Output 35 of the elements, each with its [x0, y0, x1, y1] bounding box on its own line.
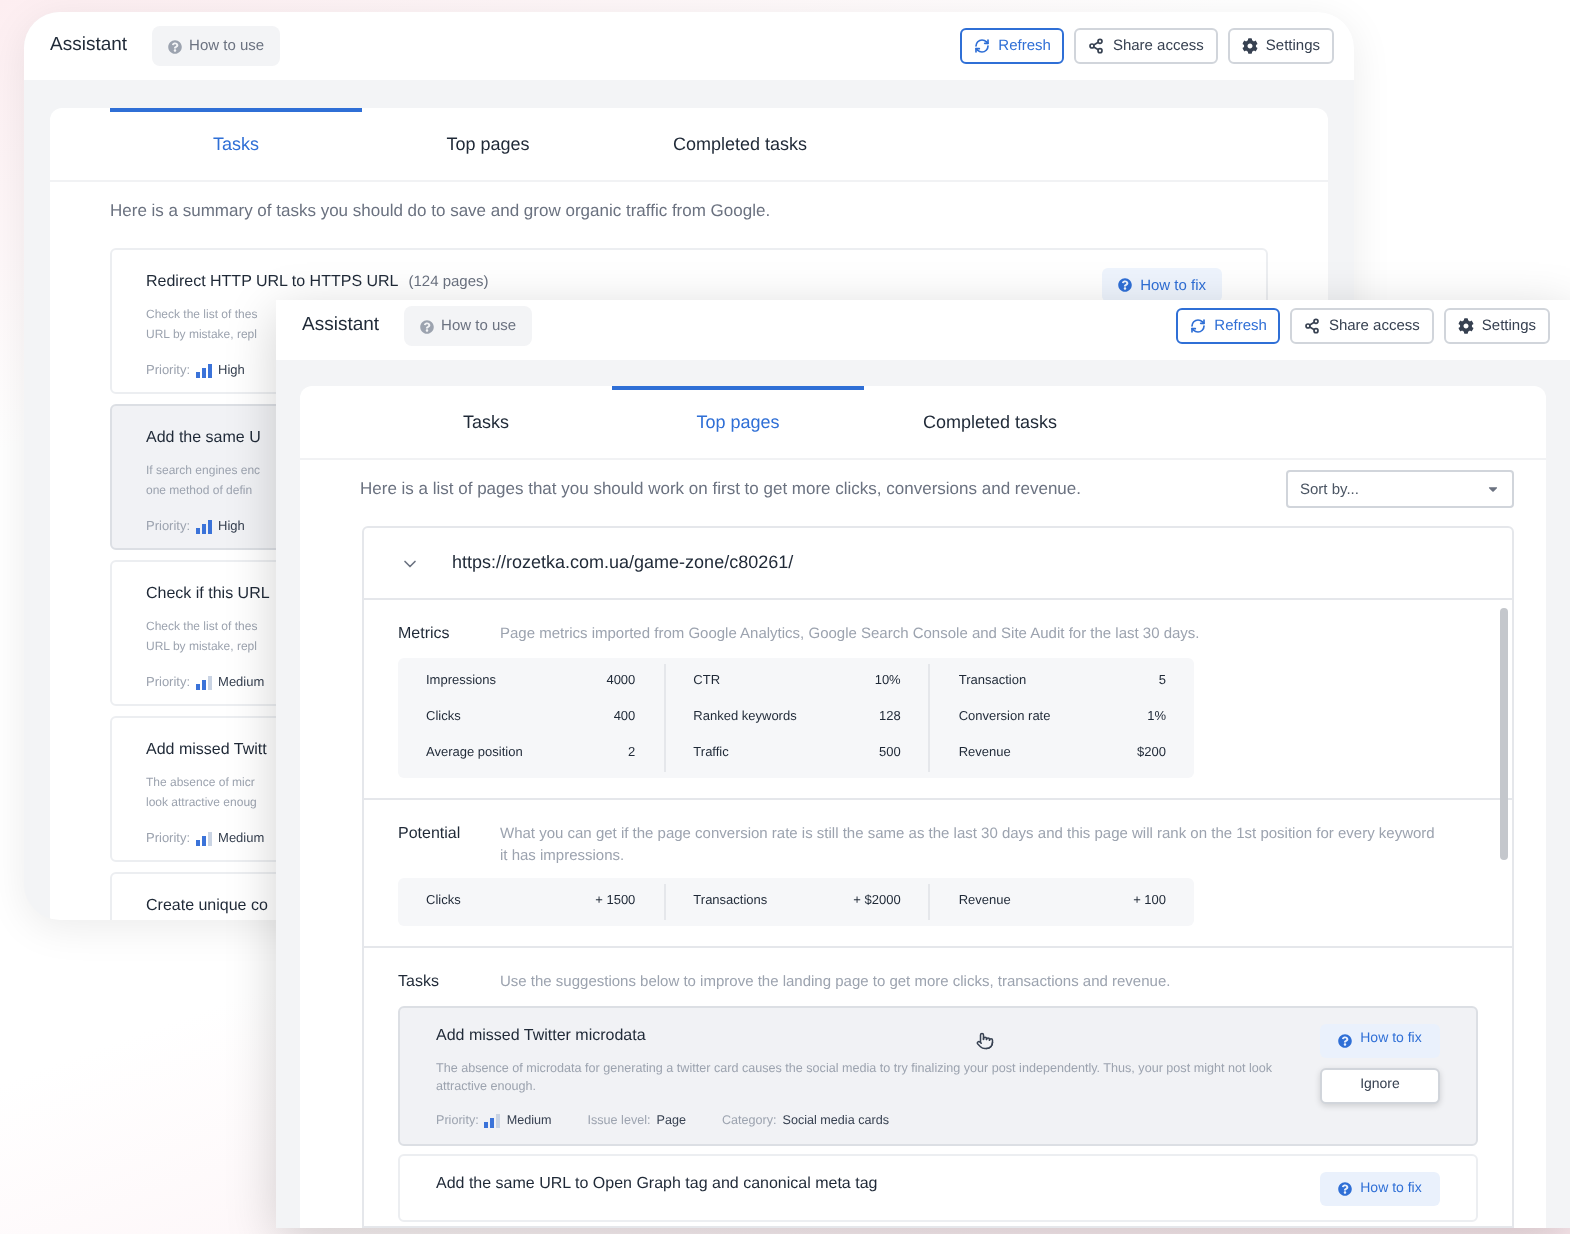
share-icon — [1088, 38, 1105, 54]
tab[interactable]: Tasks — [360, 386, 612, 458]
task-title: Add missed Twitt — [146, 737, 267, 762]
task-title: Add the same URL to Open Graph tag and canonical meta tag — [436, 1172, 878, 1197]
task-title: Create unique co — [146, 893, 268, 918]
tab[interactable]: Completed tasks — [614, 108, 866, 180]
summary-text: Here is a summary of tasks you should do to save and grow organic traffic from Google. — [108, 198, 773, 224]
tab[interactable]: Tasks — [110, 108, 362, 180]
settings-icon — [1241, 38, 1258, 54]
tab[interactable]: Top pages — [612, 386, 864, 458]
task-title: Add missed Twitter microdata — [436, 1024, 646, 1048]
help-icon — [1118, 277, 1133, 292]
page-url: https://rozetka.com.ua/game-zone/c80261/ — [452, 549, 794, 576]
task-title: Redirect HTTP URL to HTTPS URL — [146, 269, 399, 294]
settings-icon — [1457, 318, 1474, 334]
refresh-icon — [974, 38, 991, 54]
window-title: Assistant — [50, 31, 128, 60]
task-title: Check if this URL — [146, 581, 270, 606]
summary-text: Here is a list of pages that you should work on first to get more clicks, conversions and revenue. — [360, 476, 1081, 502]
tab[interactable]: Completed tasks — [864, 386, 1116, 458]
help-icon — [419, 319, 434, 333]
window-title: Assistant — [302, 311, 380, 340]
hand-cursor-icon — [976, 1032, 994, 1050]
tab[interactable]: Top pages — [362, 108, 614, 180]
help-icon — [1338, 1034, 1353, 1048]
share-icon — [1304, 318, 1321, 334]
scrollbar-thumb[interactable] — [1500, 608, 1508, 860]
section-label: Tasks — [398, 970, 441, 994]
section-label: Metrics — [398, 622, 452, 646]
help-icon — [167, 39, 182, 53]
refresh-icon — [1190, 318, 1207, 334]
task-title: Add the same U — [146, 425, 261, 450]
help-icon — [1338, 1182, 1353, 1197]
section-label: Potential — [398, 822, 463, 846]
caret-icon — [1486, 482, 1500, 496]
